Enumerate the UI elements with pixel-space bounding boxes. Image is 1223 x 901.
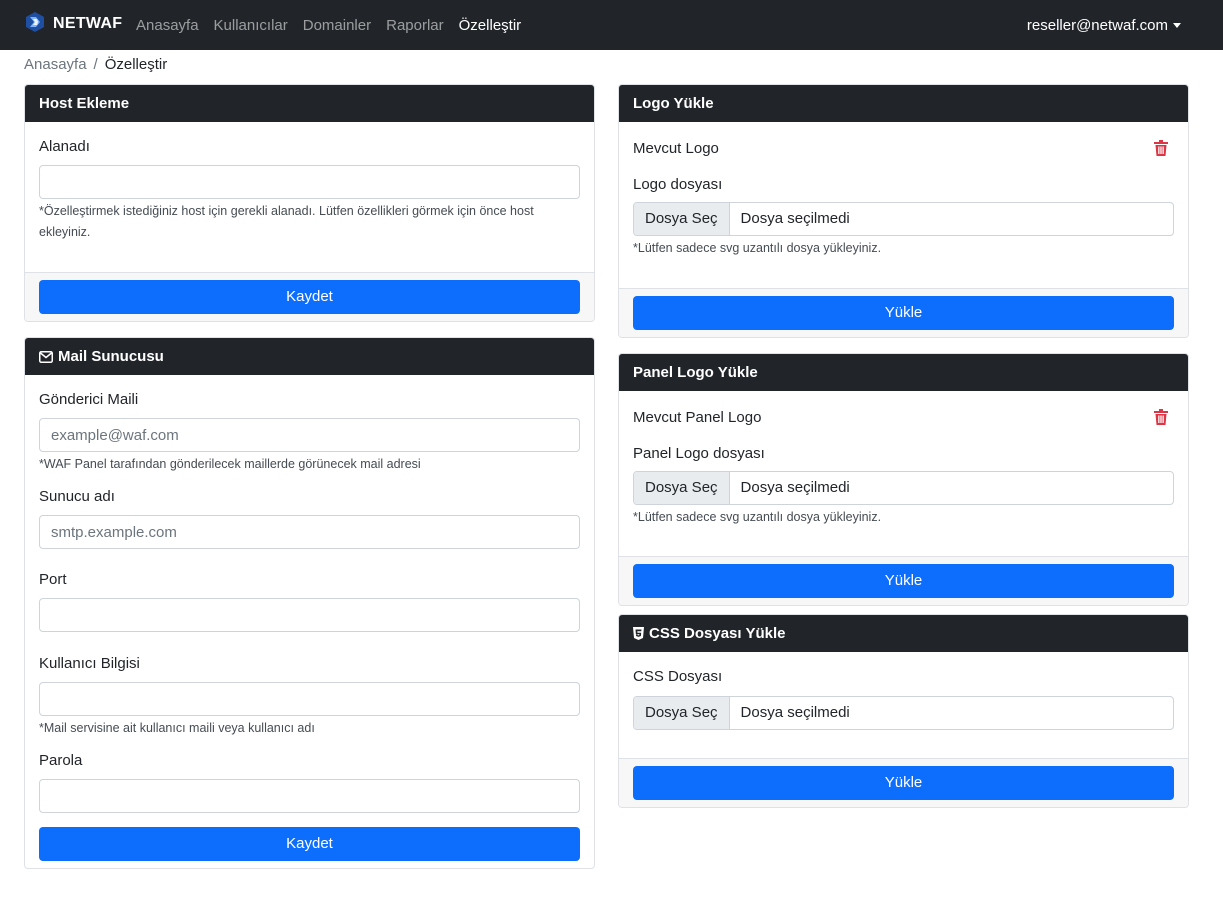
brand[interactable]: NETWAF <box>24 11 122 37</box>
css3-icon <box>633 627 644 640</box>
nav-link-ozellestir[interactable]: Özelleştir <box>459 17 522 34</box>
domain-hint: *Özelleştirmek istediğiniz host için ger… <box>39 204 534 239</box>
domain-label: Alanadı <box>39 138 90 155</box>
css-file-choose-button[interactable]: Dosya Seç <box>634 697 730 729</box>
server-name-input[interactable] <box>39 515 580 549</box>
user-menu-dropdown[interactable]: reseller@netwaf.com <box>1027 0 1181 50</box>
breadcrumb: Anasayfa / Özelleştir <box>24 56 167 73</box>
host-card-title: Host Ekleme <box>39 95 130 112</box>
mail-card-title: Mail Sunucusu <box>58 348 164 365</box>
user-info-hint: *Mail servisine ait kullanıcı maili veya… <box>39 721 315 735</box>
logo-upload-button[interactable]: Yükle <box>633 296 1174 330</box>
panel-logo-card: Panel Logo Yükle Mevcut Panel Logo Panel… <box>618 353 1189 606</box>
logo-card-header: Logo Yükle <box>619 85 1188 122</box>
sender-email-input[interactable] <box>39 418 580 452</box>
host-card-footer: Kaydet <box>25 272 594 321</box>
panel-logo-card-title: Panel Logo Yükle <box>633 364 758 381</box>
nav-links: Anasayfa Kullanıcılar Domainler Raporlar… <box>136 0 536 50</box>
mail-card: Mail Sunucusu Gönderici Maili *WAF Panel… <box>24 337 595 869</box>
logo-hint: *Lütfen sadece svg uzantılı dosya yükley… <box>633 241 882 255</box>
password-input[interactable] <box>39 779 580 813</box>
breadcrumb-separator: / <box>93 56 98 73</box>
netwaf-logo-icon <box>24 11 46 37</box>
panel-logo-file-label: Panel Logo dosyası <box>633 445 765 462</box>
panel-logo-card-header: Panel Logo Yükle <box>619 354 1188 391</box>
css-card-title: CSS Dosyası Yükle <box>649 625 786 642</box>
port-label: Port <box>39 571 67 588</box>
logo-file-input[interactable]: Dosya Seç Dosya seçilmedi <box>633 202 1174 236</box>
host-card-header: Host Ekleme <box>25 85 594 122</box>
nav-link-anasayfa[interactable]: Anasayfa <box>136 17 199 34</box>
panel-logo-card-footer: Yükle <box>619 556 1188 605</box>
port-input[interactable] <box>39 598 580 632</box>
user-info-input[interactable] <box>39 682 580 716</box>
envelope-icon <box>39 350 53 363</box>
brand-name: NETWAF <box>53 15 123 32</box>
mail-card-header: Mail Sunucusu <box>25 338 594 375</box>
logo-file-choose-button[interactable]: Dosya Seç <box>634 203 730 235</box>
host-save-button[interactable]: Kaydet <box>39 280 580 314</box>
css-file-label: CSS Dosyası <box>633 668 723 685</box>
current-panel-logo-label: Mevcut Panel Logo <box>633 408 762 426</box>
css-file-status: Dosya seçilmedi <box>740 704 850 721</box>
logo-card: Logo Yükle Mevcut Logo Logo dosyası Dosy… <box>618 84 1189 338</box>
logo-file-status: Dosya seçilmedi <box>740 210 850 227</box>
logo-card-title: Logo Yükle <box>633 95 714 112</box>
domain-input[interactable] <box>39 165 580 199</box>
user-info-label: Kullanıcı Bilgisi <box>39 655 140 672</box>
css-upload-button[interactable]: Yükle <box>633 766 1174 800</box>
delete-logo-trash-icon[interactable] <box>1154 140 1168 156</box>
panel-logo-file-status: Dosya seçilmedi <box>740 479 850 496</box>
nav-link-domainler[interactable]: Domainler <box>303 17 371 34</box>
nav-link-kullanicilar[interactable]: Kullanıcılar <box>214 17 288 34</box>
css-card-footer: Yükle <box>619 758 1188 807</box>
server-label: Sunucu adı <box>39 488 115 505</box>
css-card: CSS Dosyası Yükle CSS Dosyası Dosya Seç … <box>618 614 1189 808</box>
panel-logo-file-input[interactable]: Dosya Seç Dosya seçilmedi <box>633 471 1174 505</box>
css-card-header: CSS Dosyası Yükle <box>619 615 1188 652</box>
top-navbar: NETWAF Anasayfa Kullanıcılar Domainler R… <box>0 0 1223 50</box>
sender-hint: *WAF Panel tarafından gönderilecek maill… <box>39 457 421 471</box>
panel-logo-hint: *Lütfen sadece svg uzantılı dosya yükley… <box>633 510 882 524</box>
host-card: Host Ekleme Alanadı *Özelleştirmek isted… <box>24 84 595 322</box>
panel-logo-file-choose-button[interactable]: Dosya Seç <box>634 472 730 504</box>
logo-card-footer: Yükle <box>619 288 1188 337</box>
sender-label: Gönderici Maili <box>39 391 139 408</box>
nav-link-raporlar[interactable]: Raporlar <box>386 17 444 34</box>
delete-panel-logo-trash-icon[interactable] <box>1154 409 1168 425</box>
breadcrumb-home[interactable]: Anasayfa <box>24 56 87 73</box>
user-email: reseller@netwaf.com <box>1026 16 1168 34</box>
current-logo-label: Mevcut Logo <box>633 139 719 157</box>
mail-save-button[interactable]: Kaydet <box>39 827 580 861</box>
password-label: Parola <box>39 752 83 769</box>
css-file-input[interactable]: Dosya Seç Dosya seçilmedi <box>633 696 1174 730</box>
panel-logo-upload-button[interactable]: Yükle <box>633 564 1174 598</box>
breadcrumb-current: Özelleştir <box>104 56 168 73</box>
caret-down-icon <box>1173 22 1181 28</box>
logo-file-label: Logo dosyası <box>633 176 723 193</box>
